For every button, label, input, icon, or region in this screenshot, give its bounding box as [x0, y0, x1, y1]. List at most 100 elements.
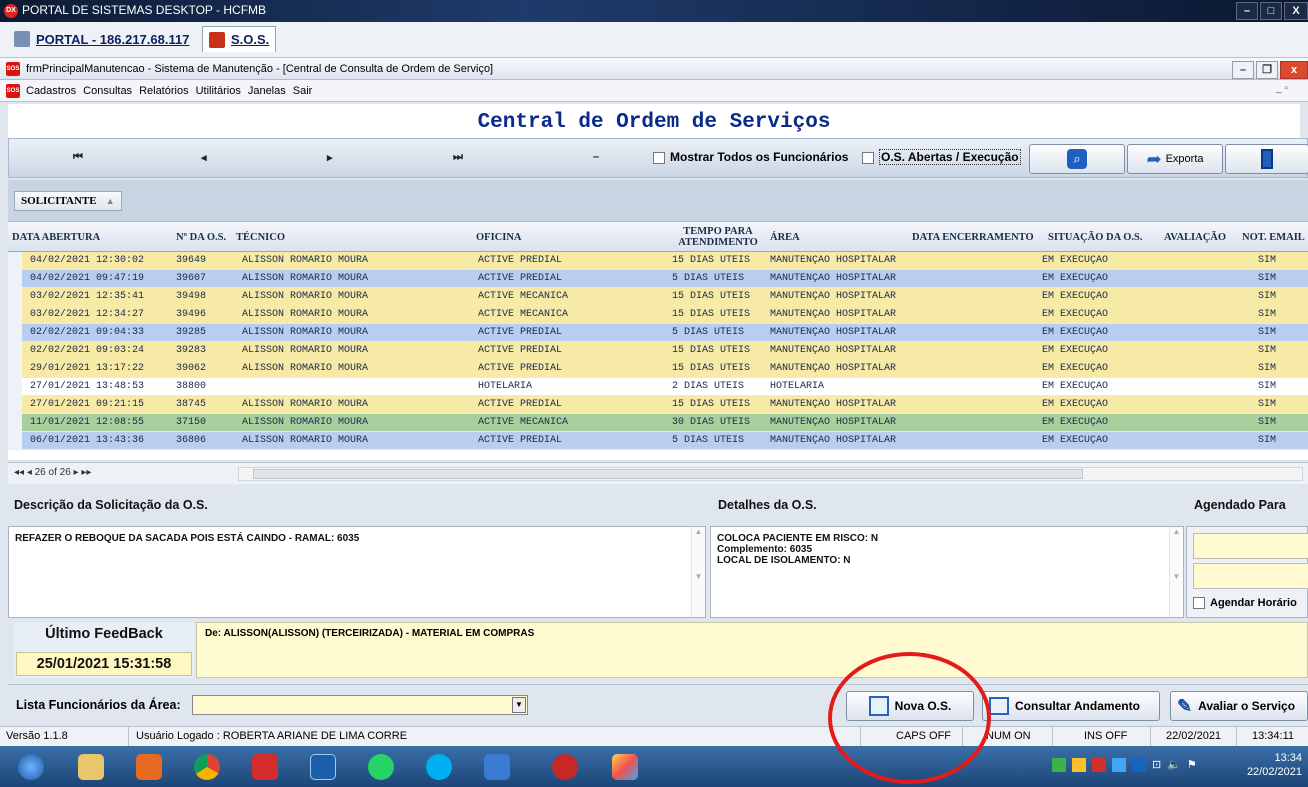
nav-delete-button[interactable]: – [593, 151, 599, 163]
row-indicator[interactable] [8, 324, 22, 342]
menu-consultas[interactable]: Consultas [83, 85, 132, 97]
table-row[interactable]: 11/01/2021 12:08:55 37150 ALISSON ROMARIO … [8, 414, 1308, 432]
table-row[interactable]: 27/01/2021 09:21:15 38745 ALISSON ROMARIO … [8, 396, 1308, 414]
document-icon[interactable] [470, 750, 524, 784]
col-avaliacao[interactable]: AVALIAÇÃO [1164, 222, 1226, 252]
pdf-reader-icon[interactable] [238, 750, 292, 784]
row-indicator[interactable] [8, 432, 22, 450]
calendar-clock-icon [989, 697, 1009, 715]
agendar-horario-checkbox[interactable]: Agendar Horário [1193, 597, 1297, 610]
nav-first-button[interactable]: ⏮ [73, 151, 83, 164]
dx-icon[interactable] [538, 750, 592, 784]
menu-relatorios[interactable]: Relatórios [139, 85, 189, 97]
menu-sair[interactable]: Sair [293, 85, 313, 97]
row-indicator[interactable] [8, 270, 22, 288]
tray-app-icon[interactable] [1092, 758, 1106, 772]
nav-last-button[interactable]: ⏭ [453, 151, 463, 164]
table-row[interactable]: 04/02/2021 12:30:02 39649 ALISSON ROMARIO … [8, 252, 1308, 270]
col-data-abertura[interactable]: DATA ABERTURA [12, 222, 100, 252]
agenda-time-input[interactable] [1193, 563, 1308, 589]
tab-sos[interactable]: S.O.S. [202, 26, 277, 52]
taskbar-clock[interactable]: 13:34 22/02/2021 [1247, 751, 1302, 779]
search-button[interactable]: ⌕ [1029, 144, 1125, 174]
menu-utilitarios[interactable]: Utilitários [196, 85, 241, 97]
table-row[interactable]: 29/01/2021 13:17:22 39062 ALISSON ROMARIO … [8, 360, 1308, 378]
table-row[interactable]: 03/02/2021 12:34:27 39496 ALISSON ROMARIO … [8, 306, 1308, 324]
close-button[interactable]: X [1284, 2, 1308, 20]
detalhes-textbox[interactable]: COLOCA PACIENTE EM RISCO: N Complemento:… [710, 526, 1184, 618]
scrollbar-thumb[interactable] [253, 469, 1083, 479]
network-icon[interactable]: ⊡ [1152, 758, 1161, 772]
avaliar-servico-button[interactable]: ✎ Avaliar o Serviço [1170, 691, 1308, 721]
tray-app-icon[interactable] [1052, 758, 1066, 772]
horizontal-scrollbar[interactable] [238, 467, 1303, 481]
row-indicator[interactable] [8, 288, 22, 306]
menu-cadastros[interactable]: Cadastros [26, 85, 76, 97]
table-row[interactable]: 02/02/2021 09:04:33 39285 ALISSON ROMARIO … [8, 324, 1308, 342]
media-player-icon[interactable] [122, 750, 176, 784]
minimize-button[interactable]: – [1236, 2, 1258, 20]
col-area[interactable]: ÁREA [770, 222, 800, 252]
row-indicator[interactable] [8, 342, 22, 360]
row-indicator[interactable] [8, 306, 22, 324]
cell-oficina: ACTIVE MECÂNICA [478, 417, 569, 428]
show-all-check-box[interactable] [653, 151, 665, 164]
paint-icon[interactable] [598, 750, 652, 784]
open-exec-check-box[interactable] [862, 151, 874, 164]
pager-text[interactable]: ◂◂ ◂ 26 of 26 ▸ ▸▸ [14, 467, 91, 478]
export-button[interactable]: ➦ Exporta [1127, 144, 1223, 174]
col-situacao[interactable]: SITUAÇÃO DA O.S. [1048, 222, 1143, 252]
tray-app-icon[interactable] [1072, 758, 1086, 772]
menu-janelas[interactable]: Janelas [248, 85, 286, 97]
row-indicator[interactable] [8, 252, 22, 270]
descricao-scrollbar[interactable]: ▲ ▼ [691, 527, 705, 617]
agendar-check-box[interactable] [1193, 597, 1205, 610]
col-num-os[interactable]: Nº DA O.S. [176, 222, 226, 252]
tab-portal[interactable]: PORTAL - 186.217.68.117 [8, 26, 195, 52]
mdi-close-button[interactable]: x [1280, 61, 1308, 79]
descricao-textbox[interactable]: REFAZER O REBOQUE DA SACADA POIS ESTÁ CA… [8, 526, 706, 618]
cell-situacao: EM EXECUÇÃO [1042, 399, 1109, 410]
row-indicator[interactable] [8, 396, 22, 414]
exit-button[interactable] [1225, 144, 1308, 174]
nav-next-button[interactable]: ▸ [327, 151, 333, 164]
row-indicator[interactable] [8, 360, 22, 378]
col-not-email[interactable]: NOT. EMAIL [1242, 222, 1308, 252]
consultar-andamento-button[interactable]: Consultar Andamento [982, 691, 1160, 721]
agenda-date-input[interactable] [1193, 533, 1308, 559]
row-indicator[interactable] [8, 414, 22, 432]
chevron-down-icon[interactable]: ▼ [512, 697, 526, 713]
table-row[interactable]: 03/02/2021 12:35:41 39498 ALISSON ROMARIO … [8, 288, 1308, 306]
tray-app-icon[interactable] [1132, 758, 1146, 772]
col-tecnico[interactable]: TÉCNICO [236, 222, 285, 252]
lista-funcionarios-select[interactable]: ▼ [192, 695, 528, 715]
cell-situacao: EM EXECUÇÃO [1042, 255, 1109, 266]
volume-icon[interactable]: 🔈 [1167, 758, 1181, 772]
table-row[interactable]: 02/02/2021 09:03:24 39283 ALISSON ROMARIO … [8, 342, 1308, 360]
start-orb-icon[interactable] [4, 750, 58, 784]
chinese-ime-icon[interactable] [296, 750, 350, 784]
chrome-icon[interactable] [180, 750, 234, 784]
skype-icon[interactable] [412, 750, 466, 784]
col-data-encerramento[interactable]: DATA ENCERRAMENTO [912, 222, 1034, 252]
table-row[interactable]: 27/01/2021 13:48:53 38800 HOTELARIA 2 DIAS … [8, 378, 1308, 396]
group-chip-solicitante[interactable]: SOLICITANTE ▲ [14, 191, 122, 211]
whatsapp-icon[interactable] [354, 750, 408, 784]
open-exec-checkbox[interactable]: O.S. Abertas / Execução [862, 149, 1021, 165]
file-explorer-icon[interactable] [64, 750, 118, 784]
nav-prev-button[interactable]: ◂ [201, 151, 207, 164]
table-row[interactable]: 04/02/2021 09:47:19 39607 ALISSON ROMARIO … [8, 270, 1308, 288]
child-window-controls[interactable]: _ ▫ [1276, 83, 1288, 94]
show-all-checkbox[interactable]: Mostrar Todos os Funcionários [653, 150, 848, 164]
detalhes-scrollbar[interactable]: ▲ ▼ [1169, 527, 1183, 617]
maximize-button[interactable]: □ [1260, 2, 1282, 20]
mdi-minimize-button[interactable]: – [1232, 61, 1254, 79]
flag-icon[interactable]: ⚑ [1187, 758, 1197, 772]
col-tempo[interactable]: TEMPO PARA ATENDIMENTO [668, 222, 768, 252]
status-separator [128, 727, 129, 747]
tray-app-icon[interactable] [1112, 758, 1126, 772]
mdi-restore-button[interactable]: ❐ [1256, 61, 1278, 79]
col-oficina[interactable]: OFICINA [476, 222, 522, 252]
table-row[interactable]: 06/01/2021 13:43:36 36806 ALISSON ROMARIO … [8, 432, 1308, 450]
row-indicator[interactable] [8, 378, 22, 396]
